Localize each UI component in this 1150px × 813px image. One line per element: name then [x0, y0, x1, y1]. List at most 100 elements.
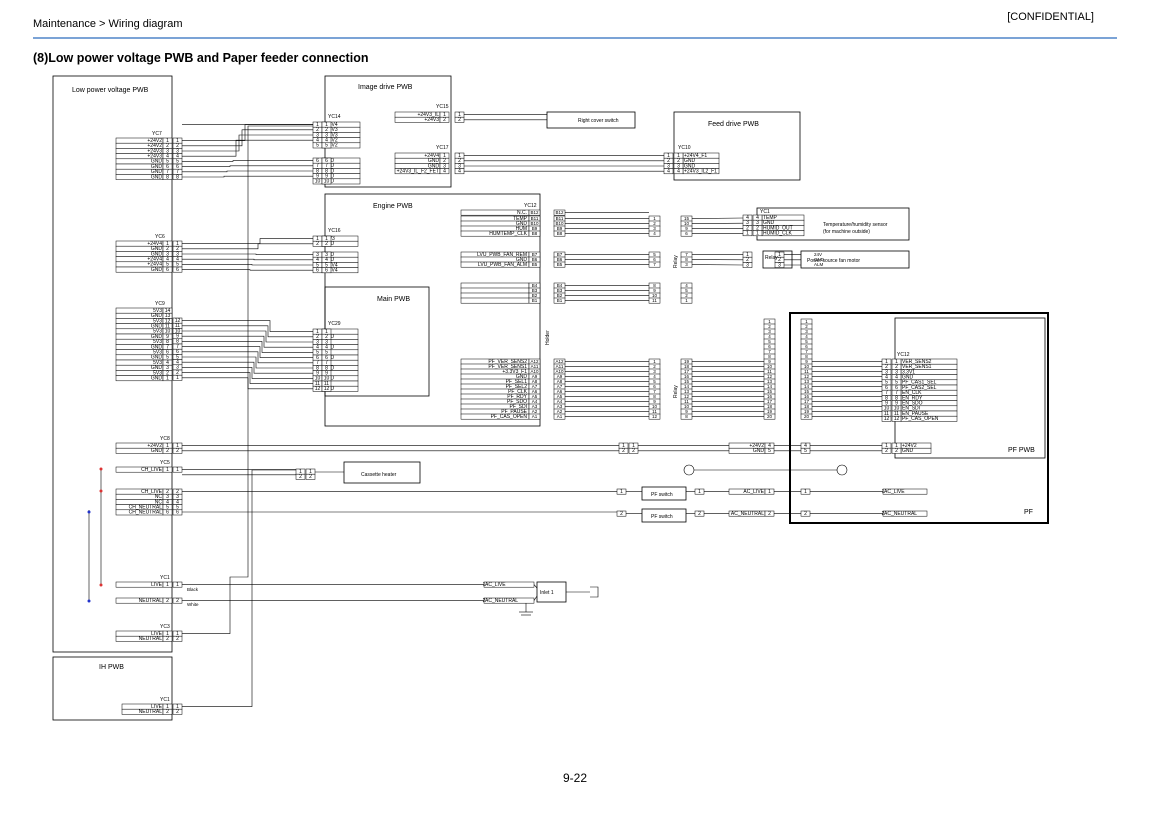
yc1-ih-mate-pin: 2 [176, 709, 179, 715]
yc6-mate: 123456 [172, 240, 183, 273]
yc6-connector-signal: GND [151, 267, 163, 273]
yc12-engine-label: YC12 [524, 203, 537, 209]
yc12-pf-mate: 123456789101112 [881, 358, 892, 422]
main-pwb-title: Main PWB [377, 296, 410, 303]
yc17-connector-label: YC17 [436, 145, 449, 151]
yc1-pf-connector-signal: GND [902, 448, 914, 454]
engine-title: Engine PWB [373, 203, 413, 210]
yc15-connector-pin: 2 [443, 117, 446, 123]
yc1-temp-connector: YC1TEMP4GND3HUMID_OUT2HUMID_CLK1 [752, 209, 805, 237]
yc1-lv-connector-pin: 2 [166, 598, 169, 604]
pf-pin: 20 [767, 414, 773, 419]
ac-live-connector-pin: 1 [768, 489, 771, 495]
pf-power-connector-pin: 5 [768, 448, 771, 454]
yc29-mate-pin: 12 [324, 386, 330, 392]
cassette-heater-mate: 12 [305, 468, 316, 480]
yc17-connector: YC17+24V4 1GND 2GND 3+24V3_IL_F2_FET 4 [394, 145, 450, 175]
wire [533, 584, 538, 589]
feed-drive-title: Feed drive PWB [708, 121, 759, 128]
yc9-connector: YC95V3 14GND 135V3 12GND 115V3 10GND 95V3 8GND 7… [115, 301, 173, 382]
yc17-connector-signal: +24V3_IL_F2_FET [397, 169, 439, 175]
wire-yc6-yc16 [182, 258, 313, 261]
yc1-ih-connector-pin: 2 [166, 709, 169, 715]
relay-label: Relay [673, 385, 679, 398]
pf-power-mate: 12 [618, 442, 629, 454]
yc12-engine-signal-cell [460, 287, 530, 294]
pf-power-connector: +24V2 4GND 5 [728, 442, 775, 454]
yc1-pf-connector-pin: 2 [895, 448, 898, 454]
fan-relay-input-pin: 3 [746, 262, 749, 268]
yc14-connector-pin: 10 [315, 179, 321, 185]
inlet-live-signal: AC_LIVE [485, 582, 506, 588]
wire-ih [182, 469, 296, 707]
yc5-mate: 23456 [172, 488, 183, 516]
yc7-mate-pin: 8 [176, 174, 179, 180]
yc8-mate: 12 [172, 442, 183, 454]
yc1-lv-mate: 2 [172, 597, 183, 604]
right-cover-switch-label: Right cover switch [578, 118, 619, 124]
ac-neutral-inner: 2 [800, 510, 811, 517]
pf-pin: 20 [804, 414, 810, 419]
wire-yc7-yc14 [182, 160, 313, 162]
yc10-connector-signal: +24V3_IL2_F1 [684, 169, 717, 175]
relay-pin: 11 [652, 298, 657, 303]
yc14-connector: YC14+24V41+24V32+24V33+24V24+24V25 [312, 114, 361, 149]
yc5-mate-pin: 6 [176, 510, 179, 516]
yc10-connector-label: YC10 [678, 145, 691, 151]
yc12-engine-pin: B8 [532, 231, 538, 236]
inlet-live: AC_LIVE1 [483, 581, 535, 588]
ac-neutral-inner-pin: 2 [804, 511, 807, 517]
black-wire-label: Black [187, 587, 199, 592]
yc15-mate-pin: 2 [458, 117, 461, 123]
ac-live-pf-signal: AC_LIVE [884, 489, 905, 495]
ih-pwb-title: IH PWB [99, 664, 124, 671]
yc16-mate-pin: 2 [325, 241, 328, 247]
wire-yc6-yc16 [182, 253, 313, 255]
wire-yc7-yc14 [182, 134, 313, 152]
page-number: 9-22 [563, 771, 588, 785]
yc16-connector: YC16+5V31GND2 [312, 228, 359, 247]
pf-power-connector-signal: GND [753, 448, 765, 454]
yc5-connector: CH_LIVE 2NC 3NC 4CH_NEUTRAL 5CH_NEUTRAL 6 [115, 488, 173, 516]
relay-label: Relay [673, 255, 679, 268]
yc3-mate: 12 [172, 630, 183, 642]
yc12-pf-connector: YC12VER_SENS21VER_SENS123.3V13GND4PF_CAS… [891, 352, 958, 422]
yc12-engine-mate-pin: B12 [555, 210, 564, 215]
yc1-lv-connector: YC1LIVE 1 [115, 575, 173, 588]
cassette-heater-mate-pin: 2 [299, 474, 302, 480]
wire-yc7-yc14 [182, 129, 313, 147]
yc1-ih-connector: YC1LIVE 1NEUTRAL 2 [121, 697, 173, 715]
pf-relay-pin: 12 [652, 414, 658, 419]
yc12-engine-pin: B12 [530, 210, 539, 215]
wire-yc7-yc14 [182, 165, 313, 167]
yc1-ih-connector-label: YC1 [160, 697, 170, 703]
yc5-connector: YC5CH_LIVE 1 [115, 460, 173, 473]
cassette-heater-mate-pin: 2 [309, 474, 312, 480]
relay-label: Relay [765, 255, 778, 261]
wire-yc9-yc29 [182, 320, 313, 332]
yc1-ih-connector-signal: NEUTRAL [139, 709, 163, 715]
cassette-heater-label: Cassette heater [361, 472, 397, 478]
yc12-engine-signal-cell [460, 297, 530, 304]
yc12-pf-mate-pin: 12 [884, 416, 890, 422]
yc12-engine-signal: PF_CAS_OPEN [491, 414, 528, 420]
yc15-connector: YC15+24V3_IL 1+24V3 2 [394, 104, 450, 123]
yc14-mate-inner-pin: 10 [324, 179, 330, 185]
yc1-lv-mate-pin: 2 [176, 598, 179, 604]
pf-switch-label: PF switch [651, 514, 673, 520]
junction-dot [87, 510, 91, 514]
yc29-mate: 123456789101112 [321, 328, 332, 392]
yc1-temp-connector-signal: HUMID_CLK [763, 231, 793, 237]
wire-yc9-yc29 [182, 377, 313, 390]
wire-yc6-yc16 [182, 264, 313, 266]
yc1-lv-connector-pin: 1 [166, 582, 169, 588]
yc7-connector-label: YC7 [152, 131, 162, 137]
yc17-mate-pin: 4 [458, 169, 461, 175]
yc12-pf-connector-signal: PF_CAS_OPEN [902, 416, 939, 422]
yc10-mate: 1234 [663, 152, 674, 175]
pf-switch-out: 2 [694, 510, 705, 517]
wire-plug [590, 586, 599, 598]
yc14-connector: GND6GND7GND8GND9GND10 [312, 157, 361, 185]
yc1-lv-mate: 1 [172, 581, 183, 588]
inlet-neutral-pin: 2 [483, 598, 486, 604]
